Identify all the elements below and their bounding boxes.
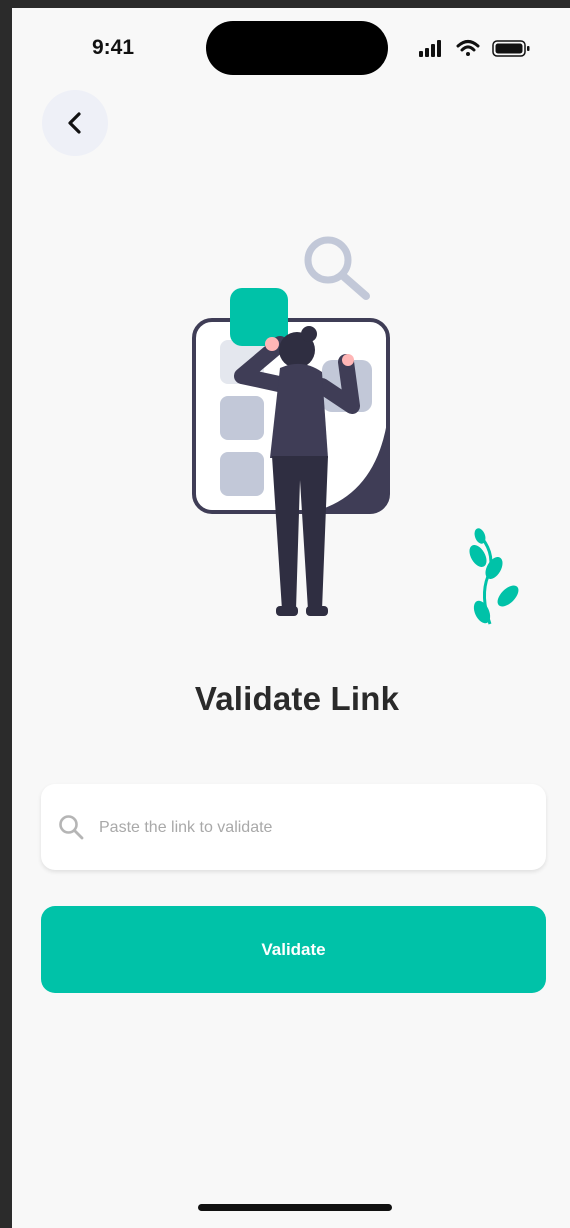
validate-button[interactable]: Validate	[41, 906, 546, 993]
link-input-container[interactable]	[41, 784, 546, 870]
search-icon	[59, 815, 84, 840]
magnifier-icon	[304, 236, 370, 300]
wifi-icon	[456, 40, 480, 56]
status-icons	[419, 40, 530, 57]
signal-icon	[419, 40, 441, 57]
validate-illustration	[192, 236, 519, 625]
page-title: Validate Link	[194, 680, 400, 717]
home-indicator	[198, 1204, 392, 1211]
back-button[interactable]	[42, 90, 108, 156]
battery-icon	[492, 40, 530, 57]
app-screen: 9:41 Validate Link Paste the link to val…	[12, 8, 570, 1228]
status-time: 9:41	[92, 36, 135, 59]
chevron-left-icon	[68, 112, 81, 134]
plant-icon	[469, 528, 519, 625]
link-input[interactable]	[97, 808, 531, 848]
dynamic-island	[206, 21, 388, 75]
